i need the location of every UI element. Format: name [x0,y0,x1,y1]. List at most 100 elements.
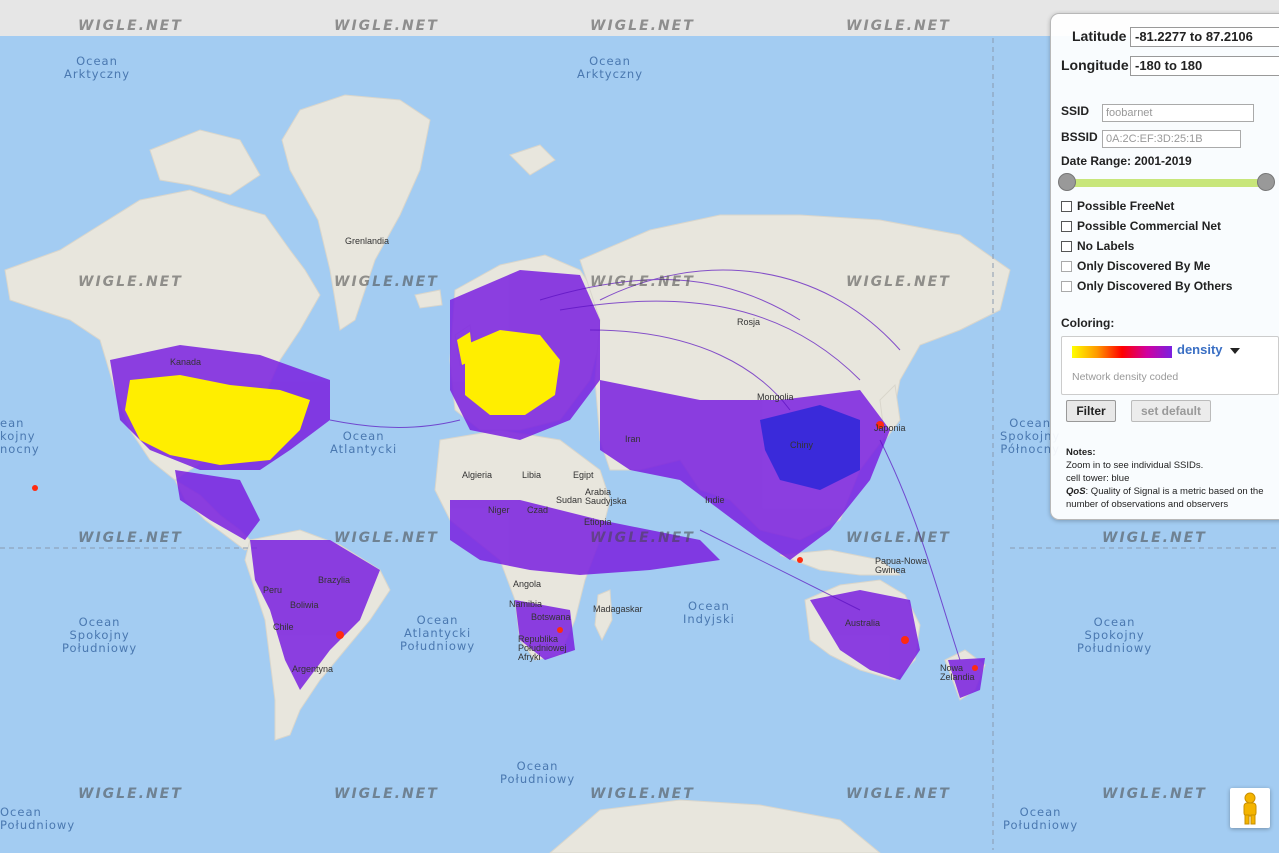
coloring-select[interactable]: density Network density coded [1061,336,1279,395]
country-label: Etiopia [584,517,612,527]
country-label: Chile [273,622,294,632]
notes-line: cell tower: blue [1066,473,1130,484]
hotspot-2 [901,636,909,644]
filter-button[interactable]: Filter [1066,400,1116,422]
checkbox[interactable] [1061,260,1072,272]
ocean-label: Ocean Atlantycki Południowy [400,613,476,653]
checkbox[interactable] [1061,280,1072,292]
watermark: WIGLE.NET [334,530,439,546]
coloring-description: Network density coded [1072,371,1179,383]
notes-line: Zoom in to see individual SSIDs. [1066,460,1204,471]
country-label: Brazylia [318,575,351,585]
iceland [414,289,443,309]
country-label: Algieria [462,470,493,480]
bssid-label: BSSID [1061,130,1098,144]
ocean-label: ean kojny nocny [0,416,40,456]
country-label: Grenlandia [345,236,390,246]
country-label: Australia [845,618,881,628]
commercial-checkbox-row[interactable]: Possible Commercial Net [1061,219,1221,233]
hotspot-7 [32,485,38,491]
checkbox-label: Only Discovered By Others [1077,279,1233,293]
discovered-by-others-checkbox-row[interactable]: Only Discovered By Others [1061,279,1232,293]
coloring-value: density [1177,342,1223,357]
pegman-icon [1243,792,1257,825]
watermark: WIGLE.NET [78,18,183,34]
longitude-field[interactable]: -180 to 180 [1130,56,1279,76]
watermark: WIGLE.NET [1102,530,1207,546]
country-label: Boliwia [290,600,319,610]
caret-down-icon[interactable] [1230,348,1240,354]
ssid-input[interactable]: foobarnet [1102,104,1254,122]
country-label: Angola [513,579,542,589]
street-view-button[interactable] [1230,788,1270,828]
checkbox[interactable] [1061,240,1072,252]
watermark: WIGLE.NET [334,18,439,34]
watermark: WIGLE.NET [846,18,951,34]
watermark: WIGLE.NET [590,274,695,290]
watermark: WIGLE.NET [1102,786,1207,802]
ocean-label: Ocean Spokojny Południowy [62,615,138,655]
country-label: Republika Południowej Afryki [518,634,567,662]
checkbox[interactable] [1061,220,1072,232]
svalbard [509,144,556,176]
country-label: Rosja [737,317,761,327]
checkbox[interactable] [1061,200,1072,212]
watermark: WIGLE.NET [590,530,695,546]
date-range-start-handle[interactable] [1058,173,1076,191]
watermark: WIGLE.NET [590,786,695,802]
arctic-islands [149,129,261,196]
ocean-label: Ocean Południowy [500,759,576,786]
country-label: Kanada [170,357,202,367]
country-label: Madagaskar [593,604,643,614]
watermark: WIGLE.NET [590,18,695,34]
notes-title: Notes: [1066,447,1096,458]
checkbox-label: Possible FreeNet [1077,199,1175,213]
notes-qos: QoS: Quality of Signal is a metric based… [1066,485,1279,511]
country-label: Arabia Saudyjska [585,487,627,506]
watermark: WIGLE.NET [334,274,439,290]
country-label: Nowa Zelandia [940,663,975,682]
watermark: WIGLE.NET [78,530,183,546]
density-gradient-swatch [1072,346,1172,358]
filter-panel: Latitude -81.2277 to 87.2106 Longitude -… [1050,13,1279,520]
country-label: Botswana [531,612,571,622]
country-label: Libia [522,470,542,480]
discovered-by-me-checkbox-row[interactable]: Only Discovered By Me [1061,259,1210,273]
coloring-label: Coloring: [1061,316,1115,330]
ocean-label: Ocean Indyjski [683,599,735,626]
ocean-label: Ocean Południowy [1003,805,1079,832]
watermark: WIGLE.NET [846,274,951,290]
hotspot-5 [797,557,803,563]
ocean-label: Ocean Arktyczny [577,54,644,81]
country-label: Peru [263,585,283,595]
country-label: Japonia [874,423,906,433]
longitude-label: Longitude [1061,57,1129,73]
hotspot-6 [557,627,563,633]
ocean-label: Ocean Atlantycki [330,429,398,456]
country-label: Egipt [573,470,594,480]
country-label: Namibia [509,599,543,609]
antarctica [549,799,881,853]
set-default-button[interactable]: set default [1131,400,1211,422]
bssid-input[interactable]: 0A:2C:EF:3D:25:1B [1102,130,1241,148]
hotspot-1 [336,631,344,639]
checkbox-label: Only Discovered By Me [1077,259,1211,273]
country-label: Iran [625,434,641,444]
ssid-label: SSID [1061,104,1090,118]
watermark: WIGLE.NET [846,786,951,802]
latitude-label: Latitude [1072,28,1127,44]
ocean-label: Ocean Arktyczny [64,54,131,81]
checkbox-label: Possible Commercial Net [1077,219,1222,233]
qos-term: QoS [1066,486,1086,497]
ocean-label: Ocean Spokojny Południowy [1077,615,1153,655]
ocean-label: Ocean Południowy [0,805,76,832]
country-label: Indie [705,495,725,505]
no-labels-checkbox-row[interactable]: No Labels [1061,239,1134,253]
country-label: Argentyna [292,664,334,674]
freenet-checkbox-row[interactable]: Possible FreeNet [1061,199,1174,213]
country-label: Chiny [790,440,814,450]
country-label: Mongolia [757,392,794,402]
date-range-slider[interactable] [1067,179,1267,187]
latitude-field[interactable]: -81.2277 to 87.2106 [1130,27,1279,47]
date-range-end-handle[interactable] [1257,173,1275,191]
